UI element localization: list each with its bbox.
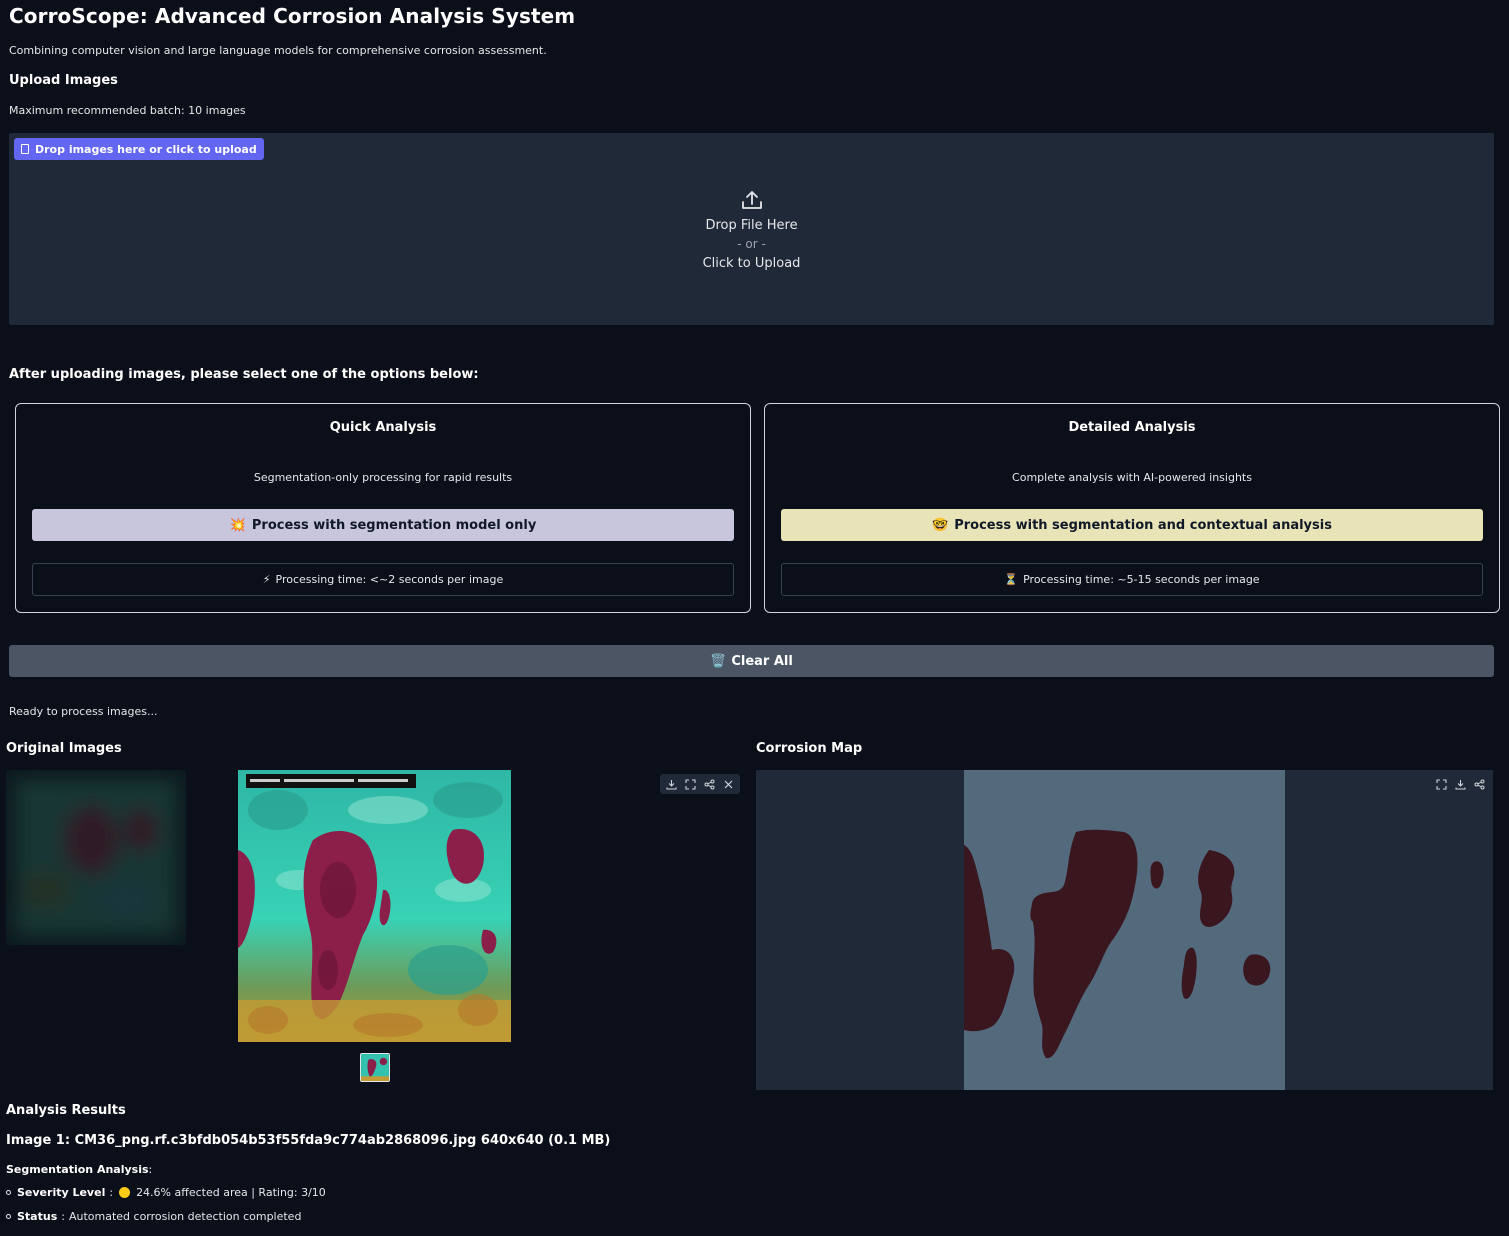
upload-heading: Upload Images xyxy=(9,73,118,88)
dropzone-prompt[interactable]: Drop File Here - or - Click to Upload xyxy=(9,190,1494,273)
close-icon[interactable] xyxy=(720,776,737,792)
upload-badge-label: Drop images here or click to upload xyxy=(35,142,257,156)
drop-file-text: Drop File Here xyxy=(705,218,798,233)
image-info-line: Image 1: CM36_png.rf.c3bfdb054b53f55fda9… xyxy=(6,1133,611,1148)
quick-analysis-title: Quick Analysis xyxy=(329,420,437,435)
fullscreen-icon[interactable] xyxy=(1433,776,1450,792)
contextual-analysis-button[interactable]: 🤓 Process with segmentation and contextu… xyxy=(781,509,1483,541)
bullet-icon xyxy=(6,1190,11,1195)
detailed-processing-time: ⏳ Processing time: ~5-15 seconds per ima… xyxy=(781,563,1483,596)
status-value: Automated corrosion detection completed xyxy=(68,1210,302,1223)
analysis-results-heading: Analysis Results xyxy=(6,1103,126,1118)
batch-note: Maximum recommended batch: 10 images xyxy=(9,104,246,117)
clear-all-label: Clear All xyxy=(731,653,793,669)
detailed-processing-time-label: Processing time: ~5-15 seconds per image xyxy=(1023,573,1260,586)
corrosion-map-label: Corrosion Map xyxy=(756,741,863,756)
yellow-circle-icon xyxy=(119,1187,131,1198)
page-subtitle: Combining computer vision and large lang… xyxy=(9,44,547,57)
page-title: CorroScope: Advanced Corrosion Analysis … xyxy=(9,4,576,28)
fullscreen-icon[interactable] xyxy=(682,776,699,792)
upload-label-badge: Drop images here or click to upload xyxy=(14,138,264,160)
original-images-label: Original Images xyxy=(6,741,122,756)
file-icon xyxy=(21,144,29,154)
segmentation-only-label: Process with segmentation model only xyxy=(251,517,537,533)
nerd-face-icon: 🤓 xyxy=(932,517,949,533)
status-label: Status xyxy=(17,1210,58,1223)
corrosion-map-toolbar xyxy=(1430,774,1491,794)
status-message: Ready to process images... xyxy=(9,705,158,718)
segmentation-analysis-heading: Segmentation Analysis: xyxy=(6,1163,152,1176)
bullet-icon xyxy=(6,1214,11,1219)
blurred-preview-image xyxy=(6,770,186,945)
severity-level-label: Severity Level xyxy=(17,1186,106,1199)
share-icon[interactable] xyxy=(1471,776,1488,792)
quick-processing-time: ⚡ Processing time: <~2 seconds per image xyxy=(32,563,734,596)
detailed-analysis-title: Detailed Analysis xyxy=(1068,420,1196,435)
lightning-icon: ⚡ xyxy=(262,573,271,586)
severity-level-value: 24.6% affected area | Rating: 3/10 xyxy=(136,1186,326,1199)
status-item: Status: Automated corrosion detection co… xyxy=(6,1210,301,1223)
segmentation-only-button[interactable]: 💥 Process with segmentation model only xyxy=(32,509,734,541)
quick-analysis-panel: Quick Analysis Segmentation-only process… xyxy=(15,403,751,613)
segmentation-analysis-label: Segmentation Analysis xyxy=(6,1163,149,1176)
drop-or-text: - or - xyxy=(737,237,766,251)
download-icon[interactable] xyxy=(663,776,680,792)
quick-analysis-description: Segmentation-only processing for rapid r… xyxy=(253,471,513,484)
click-to-upload-text: Click to Upload xyxy=(702,256,801,271)
download-icon[interactable] xyxy=(1452,776,1469,792)
severity-level-item: Severity Level: 24.6% affected area | Ra… xyxy=(6,1186,326,1199)
quick-processing-time-label: Processing time: <~2 seconds per image xyxy=(275,573,504,586)
hourglass-icon: ⏳ xyxy=(1004,573,1019,586)
colon: : xyxy=(148,1163,153,1176)
share-icon[interactable] xyxy=(701,776,718,792)
upload-icon xyxy=(741,191,762,209)
contextual-analysis-label: Process with segmentation and contextual… xyxy=(954,517,1332,533)
original-corrosion-image[interactable] xyxy=(238,770,511,1042)
corrosion-map-image[interactable] xyxy=(964,770,1285,1090)
detailed-analysis-panel: Detailed Analysis Complete analysis with… xyxy=(764,403,1500,613)
collision-icon: 💥 xyxy=(229,517,246,533)
colon: : xyxy=(61,1210,65,1223)
detailed-analysis-description: Complete analysis with AI-powered insigh… xyxy=(1012,471,1252,484)
colon: : xyxy=(109,1186,114,1199)
gallery-toolbar xyxy=(660,774,740,794)
select-option-prompt: After uploading images, please select on… xyxy=(9,367,479,382)
trash-icon: 🗑️ xyxy=(710,653,727,669)
gallery-thumbnail[interactable] xyxy=(360,1053,390,1082)
clear-all-button[interactable]: 🗑️ Clear All xyxy=(9,645,1494,677)
